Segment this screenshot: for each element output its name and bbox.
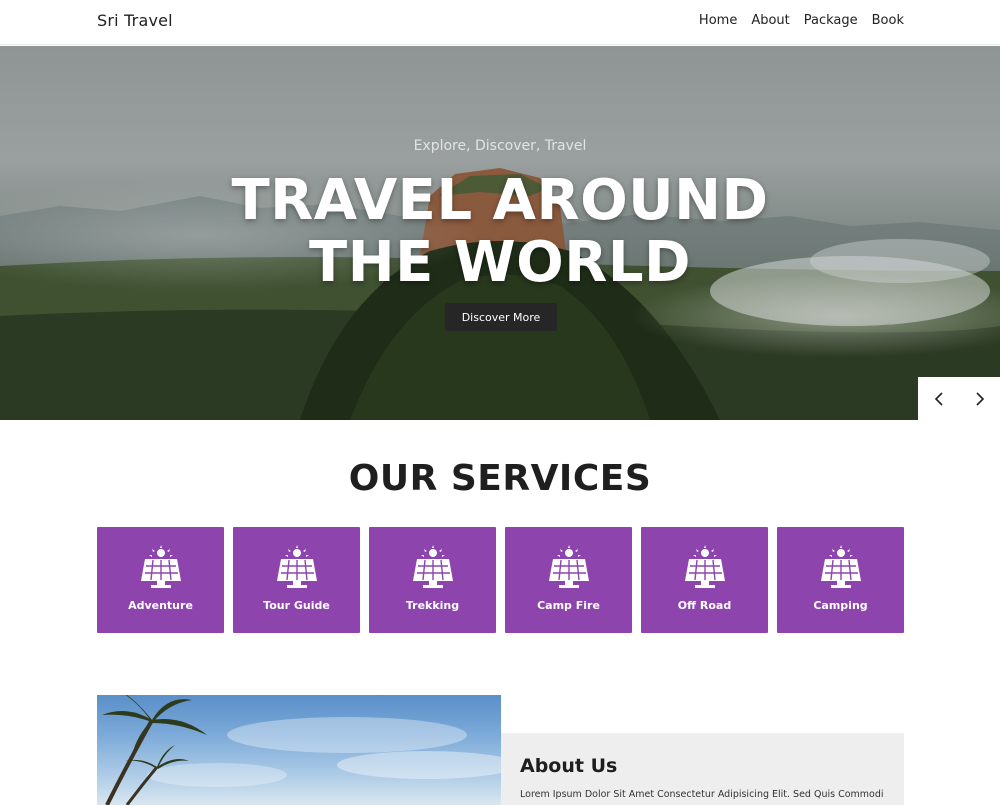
about-image xyxy=(97,695,501,805)
palm-tree-image xyxy=(102,695,501,805)
service-camping[interactable]: Camping xyxy=(777,527,904,633)
hero-carousel: Explore, Discover, Travel TRAVEL AROUND … xyxy=(0,46,1000,420)
nav-package[interactable]: Package xyxy=(804,13,858,28)
service-label: Off Road xyxy=(677,599,732,612)
service-label: Tour Guide xyxy=(263,599,330,612)
solar-panel-icon xyxy=(549,545,589,588)
carousel-next-button[interactable] xyxy=(959,377,1000,420)
services-title: OUR SERVICES xyxy=(348,458,652,499)
carousel-controls xyxy=(918,377,1000,420)
nav-book[interactable]: Book xyxy=(872,13,904,28)
service-adventure[interactable]: Adventure xyxy=(97,527,224,633)
service-off-road[interactable]: Off Road xyxy=(641,527,768,633)
services-grid: Adventure Tour Guide Trekking Camp Fire … xyxy=(97,527,904,633)
solar-panel-icon xyxy=(685,545,725,588)
nav-about[interactable]: About xyxy=(751,13,789,28)
navbar: Sri Travel Home About Package Book xyxy=(0,0,1000,45)
service-label: Trekking xyxy=(405,599,460,612)
solar-panel-icon xyxy=(821,545,861,588)
service-label: Adventure xyxy=(128,599,193,612)
about-text: Lorem Ipsum Dolor Sit Amet Consectetur A… xyxy=(520,789,884,800)
service-label: Camp Fire xyxy=(537,599,600,612)
solar-panel-icon xyxy=(277,545,317,588)
hero-subtitle: Explore, Discover, Travel xyxy=(413,138,587,154)
chevron-right-icon xyxy=(975,391,984,406)
discover-more-button[interactable]: Discover More xyxy=(445,303,557,331)
nav-home[interactable]: Home xyxy=(699,13,737,28)
service-trekking[interactable]: Trekking xyxy=(369,527,496,633)
hero-title-line-2: THE WORLD xyxy=(309,230,691,295)
service-tour-guide[interactable]: Tour Guide xyxy=(233,527,360,633)
main-nav: Home About Package Book xyxy=(699,13,904,28)
carousel-prev-button[interactable] xyxy=(918,377,959,420)
solar-panel-icon xyxy=(141,545,181,588)
brand-logo[interactable]: Sri Travel xyxy=(97,11,173,30)
solar-panel-icon xyxy=(413,545,453,588)
hero-title-line-1: TRAVEL AROUND xyxy=(231,168,769,233)
service-label: Camping xyxy=(813,599,868,612)
about-title: About Us xyxy=(520,755,618,777)
service-camp-fire[interactable]: Camp Fire xyxy=(505,527,632,633)
chevron-left-icon xyxy=(934,391,943,406)
about-section: About Us Lorem Ipsum Dolor Sit Amet Cons… xyxy=(501,733,904,805)
hero-title: TRAVEL AROUND THE WORLD xyxy=(0,170,1000,294)
